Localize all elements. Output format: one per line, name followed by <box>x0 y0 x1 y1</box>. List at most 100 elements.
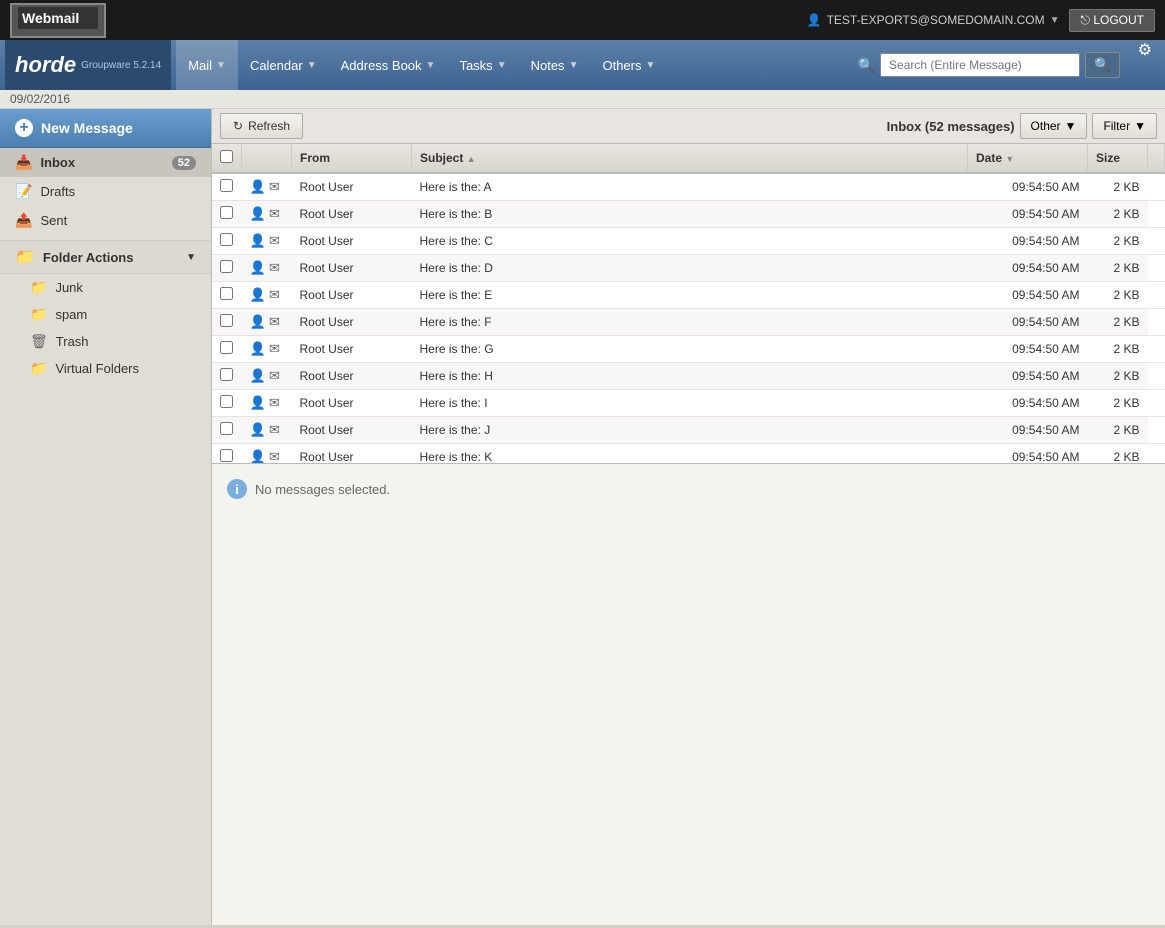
trash-icon: 🗑 <box>30 333 48 350</box>
nav-address-book[interactable]: Address Book ▼ <box>329 40 448 90</box>
search-button[interactable]: 🔍 <box>1085 52 1120 78</box>
nav-notes[interactable]: Notes ▼ <box>519 40 591 90</box>
settings-button[interactable]: ⚙ <box>1130 40 1160 90</box>
email-icon: ✉ <box>269 179 280 194</box>
row-checkbox-cell[interactable] <box>212 255 242 282</box>
sidebar-item-spam[interactable]: 📁 spam <box>0 301 211 328</box>
sidebar-item-inbox[interactable]: 📥 Inbox 52 <box>0 148 211 177</box>
table-row[interactable]: 👤 ✉ Root User Here is the: G 09:54:50 AM… <box>212 336 1165 363</box>
row-icons-cell: 👤 ✉ <box>242 363 292 390</box>
row-checkbox-cell[interactable] <box>212 363 242 390</box>
filter-button[interactable]: Filter ▼ <box>1092 113 1157 139</box>
toolbar: ↻ Refresh Inbox (52 messages) Other ▼ Fi… <box>212 109 1165 144</box>
table-row[interactable]: 👤 ✉ Root User Here is the: K 09:54:50 AM… <box>212 444 1165 465</box>
nav-mail[interactable]: Mail ▼ <box>176 40 238 90</box>
sidebar-item-virtual-folders[interactable]: 📁 Virtual Folders <box>0 355 211 382</box>
row-checkbox-cell[interactable] <box>212 201 242 228</box>
row-checkbox-cell[interactable] <box>212 444 242 465</box>
email-icon: ✉ <box>269 233 280 248</box>
row-checkbox[interactable] <box>220 395 233 408</box>
table-row[interactable]: 👤 ✉ Root User Here is the: H 09:54:50 AM… <box>212 363 1165 390</box>
other-button[interactable]: Other ▼ <box>1020 113 1088 139</box>
spam-label: spam <box>55 307 87 322</box>
row-checkbox[interactable] <box>220 314 233 327</box>
table-row[interactable]: 👤 ✉ Root User Here is the: D 09:54:50 AM… <box>212 255 1165 282</box>
col-header-from[interactable]: From <box>292 144 412 173</box>
chevron-down-icon: ▼ <box>216 60 226 71</box>
sidebar-item-sent[interactable]: 📤 Sent <box>0 206 211 235</box>
row-checkbox[interactable] <box>220 422 233 435</box>
row-checkbox-cell[interactable] <box>212 309 242 336</box>
chevron-down-icon: ▼ <box>307 60 317 71</box>
row-size: 2 KB <box>1088 309 1148 336</box>
user-info[interactable]: 👤 TEST-EXPORTS@SOMEDOMAIN.COM ▼ <box>807 13 1060 27</box>
row-checkbox[interactable] <box>220 287 233 300</box>
email-icon: ✉ <box>269 395 280 410</box>
row-checkbox[interactable] <box>220 449 233 462</box>
table-row[interactable]: 👤 ✉ Root User Here is the: A 09:54:50 AM… <box>212 173 1165 201</box>
logout-icon: ⎋ <box>1080 13 1090 27</box>
row-icons-cell: 👤 ✉ <box>242 228 292 255</box>
folder-actions-button[interactable]: 📁 Folder Actions ▼ <box>0 240 211 274</box>
row-checkbox-cell[interactable] <box>212 390 242 417</box>
table-header-row: From Subject ▲ Date ▼ Size <box>212 144 1165 173</box>
search-input[interactable] <box>880 53 1080 77</box>
table-row[interactable]: 👤 ✉ Root User Here is the: E 09:54:50 AM… <box>212 282 1165 309</box>
row-checkbox[interactable] <box>220 260 233 273</box>
row-icons-cell: 👤 ✉ <box>242 417 292 444</box>
nav-tasks[interactable]: Tasks ▼ <box>447 40 518 90</box>
sidebar-item-junk[interactable]: 📁 Junk <box>0 274 211 301</box>
row-checkbox[interactable] <box>220 368 233 381</box>
select-all-checkbox[interactable] <box>220 150 233 163</box>
drafts-label: Drafts <box>40 184 75 199</box>
row-size: 2 KB <box>1088 444 1148 465</box>
row-subject: Here is the: D <box>412 255 968 282</box>
row-checkbox-cell[interactable] <box>212 228 242 255</box>
chevron-down-icon: ▼ <box>497 60 507 71</box>
new-message-icon: + <box>15 119 33 137</box>
refresh-button[interactable]: ↻ Refresh <box>220 113 303 139</box>
col-header-icons <box>242 144 292 173</box>
row-checkbox-cell[interactable] <box>212 417 242 444</box>
nav-others[interactable]: Others ▼ <box>590 40 667 90</box>
refresh-icon: ↻ <box>233 119 243 133</box>
table-row[interactable]: 👤 ✉ Root User Here is the: B 09:54:50 AM… <box>212 201 1165 228</box>
col-header-date[interactable]: Date ▼ <box>968 144 1088 173</box>
row-from: Root User <box>292 228 412 255</box>
col-header-size[interactable]: Size <box>1088 144 1148 173</box>
message-table-container: From Subject ▲ Date ▼ Size <box>212 144 1165 464</box>
logout-button[interactable]: ⎋ LOGOUT <box>1069 9 1155 32</box>
contact-icon: 👤 <box>250 395 266 410</box>
row-checkbox-cell[interactable] <box>212 282 242 309</box>
email-icon: ✉ <box>269 422 280 437</box>
row-checkbox[interactable] <box>220 341 233 354</box>
inbox-icon: 📥 <box>15 154 32 171</box>
row-checkbox-cell[interactable] <box>212 173 242 201</box>
row-checkbox[interactable] <box>220 179 233 192</box>
table-row[interactable]: 👤 ✉ Root User Here is the: F 09:54:50 AM… <box>212 309 1165 336</box>
sidebar-item-drafts[interactable]: 📝 Drafts <box>0 177 211 206</box>
new-message-button[interactable]: + New Message <box>0 109 211 148</box>
sidebar-item-trash[interactable]: 🗑 Trash <box>0 328 211 355</box>
nav-calendar[interactable]: Calendar ▼ <box>238 40 329 90</box>
contact-icon: 👤 <box>250 368 266 383</box>
row-size: 2 KB <box>1088 336 1148 363</box>
row-date: 09:54:50 AM <box>968 201 1088 228</box>
row-checkbox[interactable] <box>220 233 233 246</box>
table-row[interactable]: 👤 ✉ Root User Here is the: J 09:54:50 AM… <box>212 417 1165 444</box>
col-header-checkbox[interactable] <box>212 144 242 173</box>
table-row[interactable]: 👤 ✉ Root User Here is the: C 09:54:50 AM… <box>212 228 1165 255</box>
col-header-subject[interactable]: Subject ▲ <box>412 144 968 173</box>
message-list: 👤 ✉ Root User Here is the: A 09:54:50 AM… <box>212 173 1165 464</box>
email-icon: ✉ <box>269 314 280 329</box>
row-date: 09:54:50 AM <box>968 173 1088 201</box>
row-size: 2 KB <box>1088 228 1148 255</box>
row-checkbox[interactable] <box>220 206 233 219</box>
row-date: 09:54:50 AM <box>968 363 1088 390</box>
row-checkbox-cell[interactable] <box>212 336 242 363</box>
sent-icon: 📤 <box>15 212 32 229</box>
table-row[interactable]: 👤 ✉ Root User Here is the: I 09:54:50 AM… <box>212 390 1165 417</box>
nav-others-label: Others <box>602 58 641 73</box>
row-subject: Here is the: C <box>412 228 968 255</box>
content-area: ↻ Refresh Inbox (52 messages) Other ▼ Fi… <box>212 109 1165 925</box>
